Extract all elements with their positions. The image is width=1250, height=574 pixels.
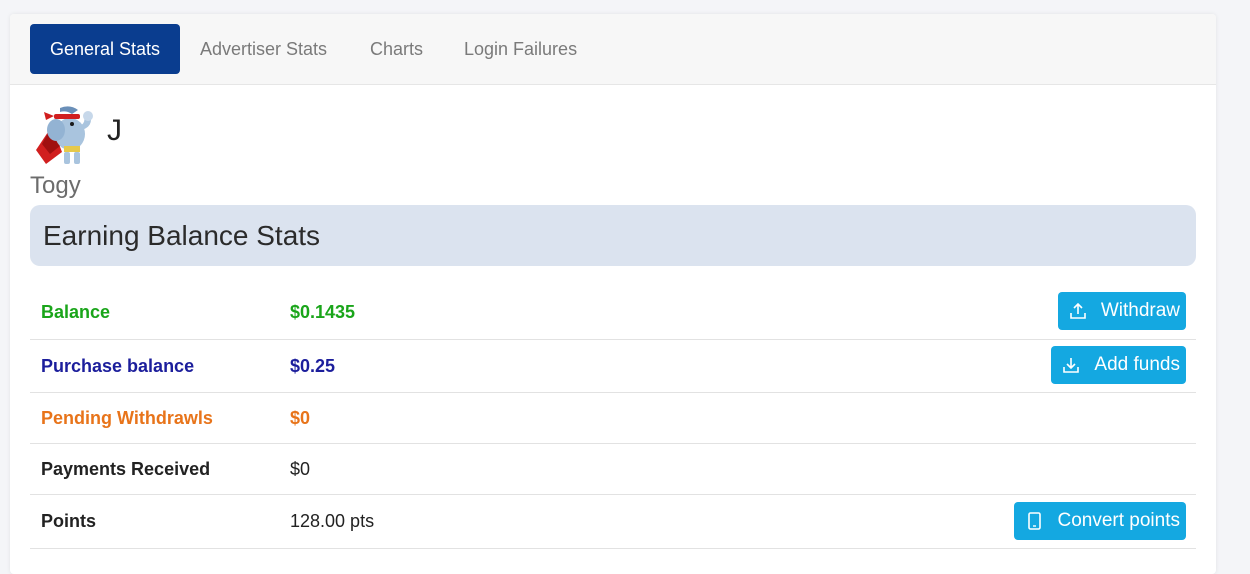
stat-row-purchase-balance: Purchase balance $0.25 Add funds xyxy=(30,340,1196,393)
tab-general-stats[interactable]: General Stats xyxy=(30,24,180,74)
stat-value: $0.1435 xyxy=(290,302,356,322)
convert-points-label: Convert points xyxy=(1057,510,1180,531)
convert-points-button[interactable]: Convert points xyxy=(1014,502,1186,540)
upload-icon xyxy=(1070,302,1086,319)
stat-label: Pending Withdrawls xyxy=(41,407,213,428)
stat-value: $0 xyxy=(290,407,311,428)
stat-row-pending-withdrawls: Pending Withdrawls $0 xyxy=(30,393,1196,444)
stat-label: Points xyxy=(41,511,97,531)
tablet-icon xyxy=(1028,512,1042,530)
add-funds-label: Add funds xyxy=(1094,354,1180,375)
tab-login-failures[interactable]: Login Failures xyxy=(444,24,597,74)
stat-row-payments-received: Payments Received $0 xyxy=(30,444,1196,495)
stat-value: $0.25 xyxy=(290,355,336,376)
download-icon xyxy=(1063,358,1080,373)
withdraw-label: Withdraw xyxy=(1100,300,1180,321)
superhero-elephant-icon xyxy=(36,106,93,164)
tab-charts[interactable]: Charts xyxy=(350,24,443,74)
user-name: J xyxy=(107,114,122,147)
stats-card: General Stats Advertiser Stats Charts Lo… xyxy=(10,14,1216,574)
withdraw-button[interactable]: Withdraw xyxy=(1057,292,1186,330)
tab-bar: General Stats Advertiser Stats Charts Lo… xyxy=(10,14,1216,85)
stat-label: Payments Received xyxy=(41,458,211,479)
user-subtitle: Togy xyxy=(30,172,81,199)
stat-row-balance: Balance $0.1435 Withdraw xyxy=(30,286,1196,340)
section-title: Earning Balance Stats xyxy=(30,205,1196,266)
avatar xyxy=(32,104,96,170)
stat-value: 128.00 pts xyxy=(290,511,375,531)
stat-value: $0 xyxy=(290,458,311,479)
tab-advertiser-stats[interactable]: Advertiser Stats xyxy=(180,24,347,74)
stat-label: Balance xyxy=(41,302,111,322)
add-funds-button[interactable]: Add funds xyxy=(1051,346,1186,384)
stat-label: Purchase balance xyxy=(41,355,195,376)
stat-row-points: Points 128.00 pts Convert points xyxy=(30,495,1196,549)
